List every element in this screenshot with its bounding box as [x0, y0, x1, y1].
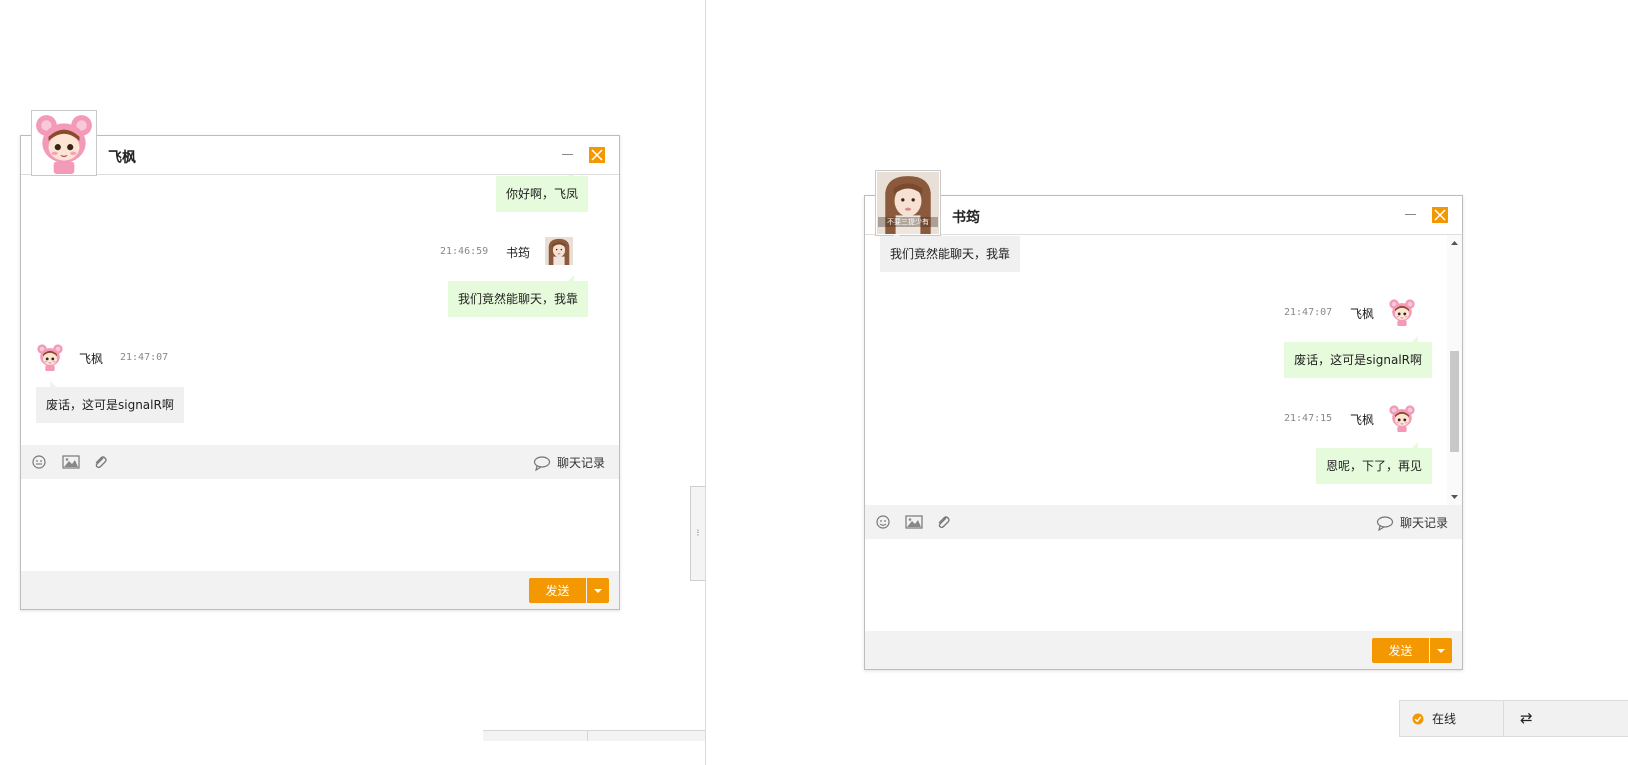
message-time: 21:47:07 [120, 352, 169, 363]
message-time: 21:47:07 [1284, 307, 1333, 318]
send-options-dropdown[interactable] [587, 578, 609, 603]
message-input[interactable] [21, 479, 619, 570]
online-label: 在线 [1432, 712, 1457, 726]
message-bubble: 废话，这可是signalR啊 [36, 381, 184, 423]
send-button[interactable]: 发送 [1372, 638, 1429, 663]
sender-avatar [1388, 298, 1416, 326]
emoji-icon[interactable] [31, 454, 47, 470]
attachment-icon[interactable] [92, 454, 108, 470]
emoji-icon[interactable] [875, 514, 891, 530]
message-bubble: 我们竟然能聊天，我靠 [880, 235, 1021, 272]
message-sender: 飞枫 [1350, 413, 1375, 427]
bottom-tab-strip [483, 730, 705, 741]
contact-name: 书筠 [952, 210, 980, 226]
attachment-icon[interactable] [935, 514, 951, 530]
contact-name: 飞枫 [108, 150, 136, 166]
online-status[interactable]: 在线 [1412, 710, 1456, 727]
panel-divider [705, 0, 706, 765]
send-button[interactable]: 发送 [529, 578, 586, 603]
minimize-button[interactable] [1405, 214, 1416, 215]
message-sender: 飞枫 [79, 352, 104, 366]
message-time: 21:47:15 [1284, 413, 1333, 424]
send-button-group: 发送 [529, 578, 609, 603]
close-button[interactable] [589, 147, 605, 163]
scroll-down-icon[interactable] [1447, 492, 1462, 502]
message-input[interactable] [865, 539, 1462, 630]
scroll-up-icon[interactable] [1447, 238, 1462, 248]
image-icon[interactable] [62, 454, 80, 470]
minimize-button[interactable] [562, 154, 573, 155]
image-icon[interactable] [905, 514, 923, 530]
contact-avatar: 不要三提少有 [875, 170, 941, 236]
message-sender: 飞枫 [1350, 307, 1375, 321]
close-button[interactable] [1432, 207, 1448, 223]
send-button-group: 发送 [1372, 638, 1452, 663]
chat-window-left: 飞枫 你好啊，飞凤 21:46:59 书筠 我们竟然能聊天，我靠 飞枫 21:4… [20, 110, 620, 610]
chat-history-link[interactable]: 聊天记录 [533, 454, 605, 471]
message-time: 21:46:59 [440, 246, 489, 257]
compose-toolbar: 聊天记录 [21, 445, 619, 479]
message-list[interactable]: 我们竟然能聊天，我靠 21:47:07 飞枫 废话，这可是signalR啊 21… [865, 235, 1447, 505]
close-icon [591, 149, 603, 161]
chat-history-label: 聊天记录 [1399, 516, 1448, 530]
chat-header[interactable]: 不要三提少有 书筠 [865, 170, 1462, 236]
chevron-down-icon [1437, 648, 1445, 653]
message-list[interactable]: 你好啊，飞凤 21:46:59 书筠 我们竟然能聊天，我靠 飞枫 21:47:0… [21, 175, 619, 445]
contact-avatar [31, 110, 97, 176]
sender-avatar [545, 237, 573, 265]
close-icon [1434, 209, 1446, 221]
status-separator [1503, 701, 1504, 736]
sender-avatar [36, 343, 64, 371]
compose-footer: 发送 [21, 571, 619, 609]
chat-history-link[interactable]: 聊天记录 [1376, 514, 1448, 531]
online-check-icon [1412, 713, 1424, 724]
send-options-dropdown[interactable] [1430, 638, 1452, 663]
message-sender: 书筠 [506, 246, 531, 260]
compose-toolbar: 聊天记录 [865, 505, 1462, 539]
chat-bubble-icon [1376, 515, 1394, 531]
message-bubble: 恩呢，下了，再见 [1315, 442, 1432, 484]
avatar-caption: 不要三提少有 [878, 217, 938, 227]
panel-resize-handle[interactable]: ⁝ [690, 486, 705, 581]
chat-window-right: 不要三提少有 书筠 我们竟然能聊天，我靠 21:47:07 飞枫 废话，这可是s… [864, 170, 1463, 670]
message-bubble: 我们竟然能聊天，我靠 [447, 275, 588, 317]
compose-footer: 发送 [865, 631, 1462, 669]
sender-avatar [1388, 404, 1416, 432]
switch-icon[interactable]: ⇄ [1520, 709, 1533, 727]
status-bar: 在线 ⇄ [1399, 700, 1628, 737]
scroll-thumb[interactable] [1450, 351, 1459, 452]
chat-bubble-icon [533, 455, 551, 471]
chat-header[interactable]: 飞枫 [21, 110, 619, 176]
message-bubble: 你好啊，飞凤 [495, 175, 588, 212]
chat-history-label: 聊天记录 [556, 456, 605, 470]
message-scrollbar[interactable] [1447, 235, 1462, 505]
chevron-down-icon [594, 588, 602, 593]
message-bubble: 废话，这可是signalR啊 [1284, 336, 1432, 378]
